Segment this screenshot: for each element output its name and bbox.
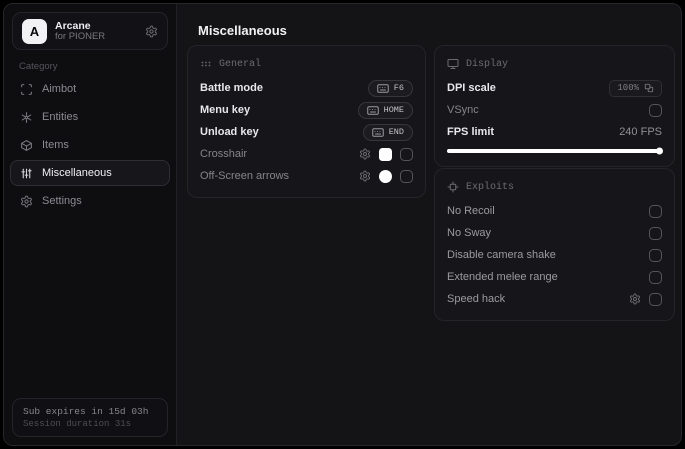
keybind-button[interactable]: END: [362, 123, 413, 141]
sidebar-item-miscellaneous[interactable]: Miscellaneous: [10, 160, 170, 186]
setting-row-speed-hack: Speed hack: [447, 288, 662, 310]
gear-icon[interactable]: [629, 293, 641, 305]
panel-display: Display DPI scale 100% VSync FPS limit 2…: [434, 45, 675, 167]
main-content: Miscellaneous General Battle mode F6 Men…: [178, 4, 681, 445]
page-title: Miscellaneous: [198, 23, 287, 38]
setting-label: Disable camera shake: [447, 249, 556, 261]
fps-slider[interactable]: [447, 146, 663, 156]
package-icon: [20, 139, 33, 152]
setting-label: DPI scale: [447, 82, 496, 94]
color-swatch[interactable]: [379, 147, 392, 161]
setting-label: Unload key: [200, 126, 259, 138]
setting-row-dpi-scale: DPI scale 100%: [447, 77, 662, 99]
sidebar-item-aimbot[interactable]: Aimbot: [10, 76, 170, 102]
subscription-card: Sub expires in 15d 03h Session duration …: [12, 398, 168, 437]
brand-logo: A: [22, 18, 47, 44]
sidebar-item-settings[interactable]: Settings: [10, 188, 170, 214]
setting-row-no-sway: No Sway: [447, 222, 662, 244]
keybind-button[interactable]: F6: [367, 79, 413, 97]
brand-title: Arcane: [55, 19, 91, 32]
checkbox[interactable]: [649, 270, 662, 284]
checkbox[interactable]: [649, 204, 662, 218]
setting-label: VSync: [447, 104, 479, 116]
setting-row-offscreen-arrows: Off-Screen arrows: [200, 165, 413, 187]
setting-label: Menu key: [200, 104, 251, 116]
keyboard-icon: [366, 105, 379, 115]
entities-icon: [20, 111, 33, 124]
setting-label: No Recoil: [447, 205, 495, 217]
panel-general: General Battle mode F6 Menu key HOME Unl…: [187, 45, 426, 198]
gear-icon[interactable]: [359, 170, 371, 182]
slider-knob[interactable]: [656, 147, 663, 155]
keyboard-icon: [377, 83, 389, 93]
checkbox[interactable]: [400, 169, 413, 183]
setting-row-crosshair: Crosshair: [200, 143, 413, 165]
checkbox[interactable]: [649, 248, 662, 262]
monitor-icon: [447, 58, 459, 70]
sidebar-item-label: Items: [42, 139, 69, 151]
dpi-scale-value: 100%: [617, 83, 639, 93]
brand-text: Arcane for PIONER: [55, 20, 137, 43]
slider-fill: [447, 147, 663, 155]
sidebar-item-label: Entities: [42, 111, 79, 123]
setting-label: No Sway: [447, 227, 492, 239]
setting-row-fps-limit: FPS limit 240 FPS: [447, 121, 662, 143]
panel-general-header: General: [200, 54, 413, 74]
gear-icon: [20, 195, 33, 208]
sidebar-item-label: Settings: [42, 195, 82, 207]
setting-row-disable-camera-shake: Disable camera shake: [447, 244, 662, 266]
color-swatch[interactable]: [379, 169, 392, 183]
keyboard-icon: [371, 127, 384, 137]
setting-label: Crosshair: [200, 148, 248, 160]
panel-exploits: Exploits No Recoil No Sway Disable camer…: [434, 168, 675, 321]
checkbox[interactable]: [400, 147, 413, 161]
checkbox[interactable]: [649, 226, 662, 240]
checkbox[interactable]: [649, 292, 662, 306]
sidebar-item-label: Aimbot: [42, 83, 77, 95]
checkbox[interactable]: [649, 103, 662, 117]
setting-row-unload-key: Unload key END: [200, 121, 413, 143]
sub-expiry-text: Sub expires in 15d 03h: [23, 406, 149, 417]
session-duration-text: Session duration 31s: [23, 419, 132, 429]
app-window: A Arcane for PIONER Category Aimbot Enti…: [3, 3, 682, 446]
setting-label: Extended melee range: [447, 271, 558, 283]
keybind-label: END: [388, 127, 404, 137]
target-box-icon: [447, 181, 459, 193]
brand-card: A Arcane for PIONER: [12, 12, 168, 50]
keybind-label: F6: [393, 83, 404, 93]
sidebar-item-entities[interactable]: Entities: [10, 104, 170, 130]
setting-label: Off-Screen arrows: [200, 170, 290, 182]
setting-label: Battle mode: [200, 82, 263, 94]
gear-icon[interactable]: [359, 148, 371, 160]
grid-dots-icon: [200, 58, 212, 70]
fps-limit-value: 240 FPS: [619, 126, 662, 138]
screen: A Arcane for PIONER Category Aimbot Enti…: [0, 0, 685, 449]
category-label: Category: [19, 61, 58, 72]
setting-row-no-recoil: No Recoil: [447, 200, 662, 222]
setting-row-extended-melee-range: Extended melee range: [447, 266, 662, 288]
dpi-scale-button[interactable]: 100%: [609, 79, 662, 97]
setting-row-battle-mode: Battle mode F6: [200, 77, 413, 99]
scaling-icon: [644, 83, 654, 93]
keybind-button[interactable]: HOME: [357, 101, 413, 119]
sidebar-item-label: Miscellaneous: [42, 167, 112, 179]
panel-exploits-header: Exploits: [447, 177, 662, 197]
panel-header-label: General: [219, 58, 262, 70]
panel-header-label: Exploits: [466, 181, 515, 193]
setting-row-vsync: VSync: [447, 99, 662, 121]
slider-track: [447, 147, 663, 155]
sliders-icon: [20, 167, 33, 180]
setting-row-menu-key: Menu key HOME: [200, 99, 413, 121]
panel-header-label: Display: [466, 58, 509, 70]
gear-icon[interactable]: [145, 25, 158, 38]
keybind-label: HOME: [383, 105, 404, 115]
brand-subtitle: for PIONER: [55, 30, 106, 42]
scan-icon: [20, 83, 33, 96]
sidebar: A Arcane for PIONER Category Aimbot Enti…: [4, 4, 177, 445]
setting-label: Speed hack: [447, 293, 506, 305]
sidebar-item-items[interactable]: Items: [10, 132, 170, 158]
sidebar-nav: Aimbot Entities Items Miscellaneous Sett…: [10, 76, 170, 214]
panel-display-header: Display: [447, 54, 662, 74]
setting-label: FPS limit: [447, 126, 495, 138]
